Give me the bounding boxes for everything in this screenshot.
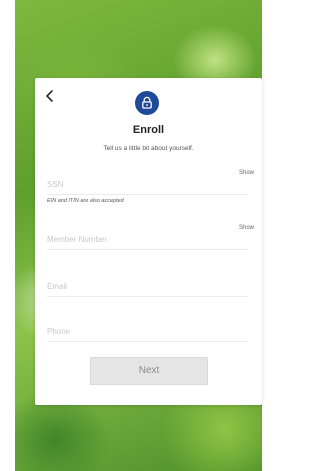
next-button[interactable]: Next [90, 357, 208, 385]
ssn-field[interactable]: SSN Show [47, 170, 254, 195]
ssn-show-toggle[interactable]: Show [239, 170, 254, 176]
member-number-field[interactable]: Member Number Show [47, 225, 254, 250]
ssn-placeholder: SSN [47, 180, 64, 189]
page-subtitle: Tell us a little bit about yourself. [103, 145, 194, 152]
enroll-card: Enroll Tell us a little bit about yourse… [35, 78, 262, 405]
lock-badge [135, 91, 159, 115]
phone-placeholder: Phone [47, 327, 71, 336]
member-number-placeholder: Member Number [47, 235, 108, 244]
back-button[interactable] [45, 90, 57, 104]
member-number-show-toggle[interactable]: Show [239, 225, 254, 231]
email-placeholder: Email [47, 282, 68, 291]
ssn-hint: EIN and ITIN are also accepted [47, 198, 124, 204]
email-field[interactable]: Email [47, 276, 248, 297]
page-title: Enroll [132, 124, 165, 136]
chevron-left-icon [46, 90, 53, 102]
lock-icon [142, 96, 152, 109]
phone-field[interactable]: Phone [47, 321, 248, 342]
